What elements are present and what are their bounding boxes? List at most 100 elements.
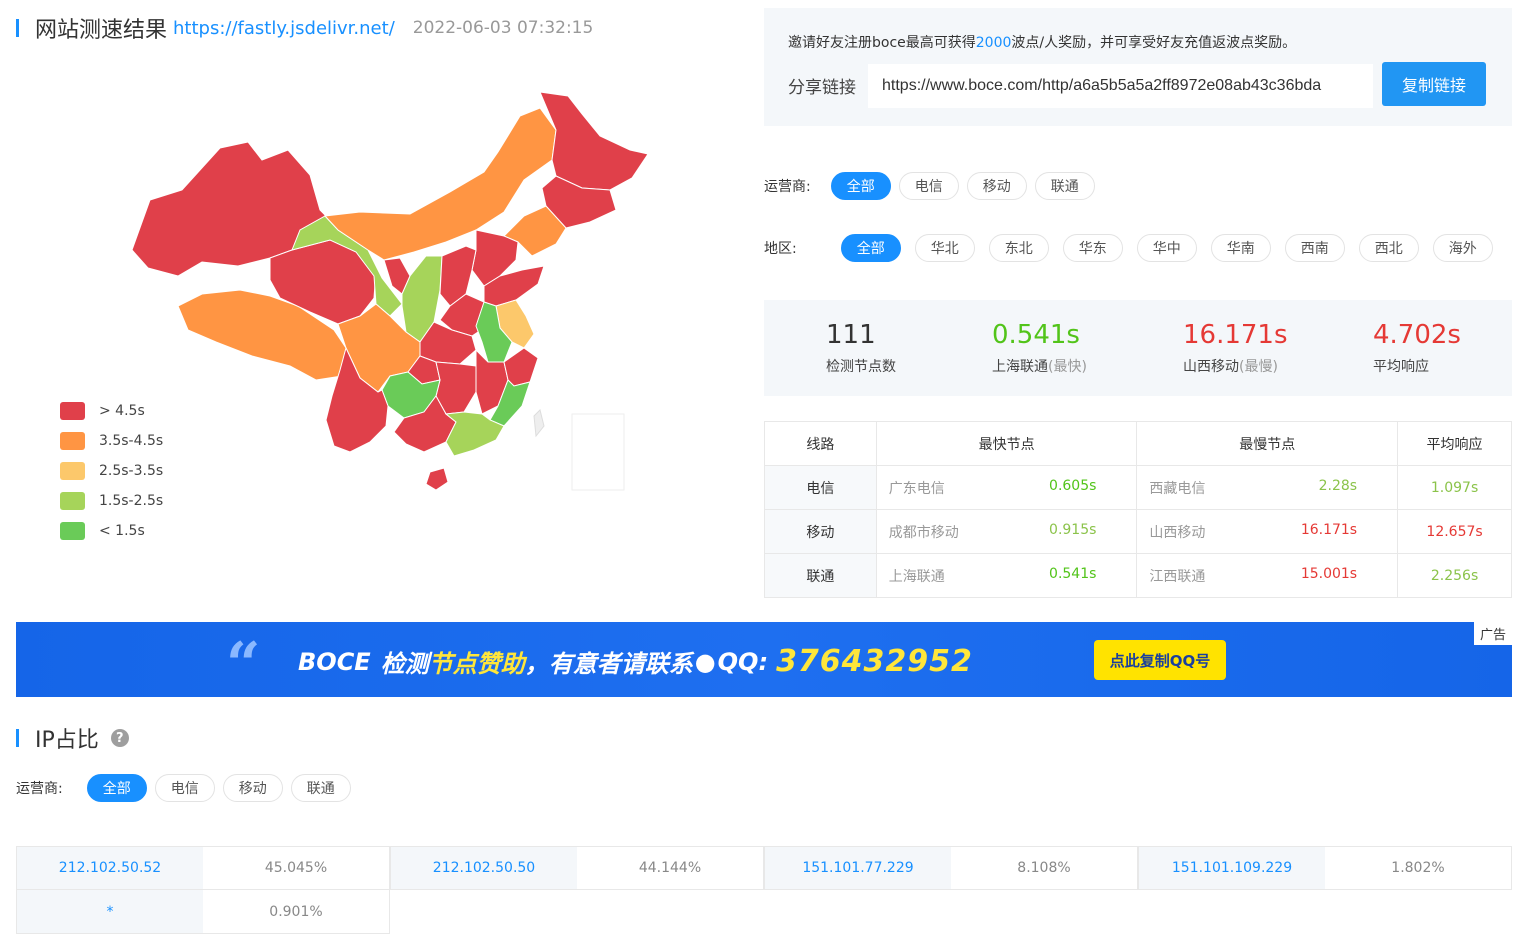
stat-slowest-value: 16.171s [1183,320,1288,350]
average-time: 12.657s [1397,509,1512,554]
ip-share-grid: 212.102.50.52 45.045% 212.102.50.50 44.1… [16,846,1512,934]
legend-label: 3.5s-4.5s [99,433,164,449]
route-line: 联通 [764,553,877,598]
operator-option-telecom[interactable]: 电信 [898,172,959,200]
ip-percentage: 8.108% [951,846,1138,890]
map-region-taiwan[interactable] [533,409,545,438]
region-option-northeast[interactable]: 东北 [988,234,1049,262]
ip-operator-filter: 运营商: 全部 电信 移动 联通 [16,774,351,802]
column-header-slowest: 最慢节点 [1136,421,1399,466]
route-table: 线路 最快节点 最慢节点 平均响应 电信 广东电信 0.605s 西藏电信 2.28… [764,421,1512,598]
region-option-north[interactable]: 华北 [914,234,975,262]
fastest-time: 0.541s [1049,565,1097,582]
region-option-central[interactable]: 华中 [1136,234,1197,262]
sponsor-banner[interactable]: “ BOCE 检测 节点赞助 ，有意者请联系 ● QQ: 376432952 点… [16,622,1512,697]
stat-average: 4.702s 平均响应 [1373,318,1461,376]
route-table-header: 线路 最快节点 最慢节点 平均响应 [764,421,1512,466]
legend-swatch [60,432,85,450]
stat-slowest: 16.171s 山西移动(最慢) [1183,318,1288,376]
ip-operator-option-telecom[interactable]: 电信 [154,774,215,802]
fastest-time: 0.605s [1049,477,1097,494]
fastest-node-cell: 广东电信 0.605s [875,465,1138,510]
operator-filter: 运营商: 全部 电信 移动 联通 [764,172,1095,200]
help-icon[interactable]: ? [110,729,129,747]
region-option-northwest[interactable]: 西北 [1358,234,1419,262]
tested-url-link[interactable]: https://fastly.jsdelivr.net/ [173,18,395,39]
column-header-fastest: 最快节点 [875,421,1138,466]
ip-address[interactable]: 151.101.77.229 [764,846,951,890]
fastest-node: 成都市移动 [888,524,959,541]
region-option-overseas[interactable]: 海外 [1432,234,1493,262]
ip-percentage: 45.045% [203,846,390,890]
ip-address[interactable]: 212.102.50.50 [390,846,577,890]
ip-address[interactable]: * [16,890,203,934]
ip-address[interactable]: 151.101.109.229 [1138,846,1325,890]
average-time: 2.256s [1397,553,1512,598]
region-option-south[interactable]: 华南 [1210,234,1271,262]
ip-percentage: 1.802% [1325,846,1512,890]
legend-swatch [60,492,85,510]
invite-panel: 邀请好友注册boce最高可获得2000波点/人奖励，并可享受好友充值返波点奖励。… [764,8,1512,126]
operator-option-mobile[interactable]: 移动 [966,172,1027,200]
share-link-field[interactable]: https://www.boce.com/http/a6a5b5a5a2ff89… [868,64,1373,108]
fastest-node-cell: 成都市移动 0.915s [875,509,1138,554]
fastest-time: 0.915s [1049,521,1097,538]
table-row: 电信 广东电信 0.605s 西藏电信 2.28s 1.097s [764,465,1512,510]
fastest-node: 上海联通 [888,568,945,585]
ad-tag: 广告 [1473,622,1512,645]
operator-option-all[interactable]: 全部 [830,172,891,200]
china-latency-map [131,91,649,491]
stat-slowest-node: 山西移动 [1183,359,1239,375]
banner-brand: BOCE [298,647,371,676]
ip-grid-row: * 0.901% [16,890,1512,934]
legend-label: 2.5s-3.5s [99,463,164,479]
region-option-all[interactable]: 全部 [840,234,901,262]
ip-operator-filter-label: 运营商: [16,781,63,797]
map-legend: > 4.5s 3.5s-4.5s 2.5s-3.5s 1.5s-2.5s < 1… [60,396,163,546]
ip-section-header: IP占比 ? [16,724,129,753]
legend-item: 2.5s-3.5s [60,456,163,486]
slowest-node: 山西移动 [1149,524,1206,541]
share-link-label: 分享链接 [788,78,856,98]
ip-operator-option-mobile[interactable]: 移动 [222,774,283,802]
banner-qq-number: 376432952 [776,644,973,679]
legend-item: < 1.5s [60,516,163,546]
south-china-sea-inset [571,413,625,491]
quote-icon: “ [226,630,261,697]
ip-operator-option-unicom[interactable]: 联通 [290,774,351,802]
legend-label: 1.5s-2.5s [99,493,164,509]
slowest-node-cell: 江西联通 15.001s [1136,553,1399,598]
table-row: 联通 上海联通 0.541s 江西联通 15.001s 2.256s [764,553,1512,598]
average-time: 1.097s [1397,465,1512,510]
region-option-east[interactable]: 华东 [1062,234,1123,262]
operator-option-unicom[interactable]: 联通 [1034,172,1095,200]
ip-section-title: IP占比 [35,728,99,753]
stat-node-count-label: 检测节点数 [826,359,896,375]
route-line: 电信 [764,465,877,510]
region-filter-label: 地区: [764,241,797,257]
map-region-zhejiang[interactable] [503,347,539,387]
invite-text: 邀请好友注册boce最高可获得2000波点/人奖励，并可享受好友充值返波点奖励。 [788,32,1296,52]
legend-label: > 4.5s [99,403,145,419]
map-region-hainan[interactable] [425,467,449,491]
copy-qq-button[interactable]: 点此复制QQ号 [1094,640,1226,680]
stat-slowest-suffix: (最慢) [1239,359,1278,375]
ip-operator-option-all[interactable]: 全部 [86,774,147,802]
stats-panel: 111 检测节点数 0.541s 上海联通(最快) 16.171s 山西移动(最… [764,300,1512,396]
stat-average-label: 平均响应 [1373,359,1429,375]
copy-link-button[interactable]: 复制链接 [1382,62,1486,106]
region-option-southwest[interactable]: 西南 [1284,234,1345,262]
stat-fastest-suffix: (最快) [1048,359,1087,375]
title-accent-bar [16,19,19,37]
slowest-time: 15.001s [1300,565,1358,582]
map-region-heilongjiang[interactable] [539,91,649,191]
invite-text-before: 邀请好友注册boce最高可获得 [788,35,976,51]
banner-text-2: 节点赞助 [428,650,525,678]
region-filter: 地区: 全部 华北 东北 华东 华中 华南 西南 西北 海外 [764,234,1493,262]
ip-address[interactable]: 212.102.50.52 [16,846,203,890]
ip-percentage: 44.144% [577,846,764,890]
legend-swatch [60,402,85,420]
stat-slowest-label: 山西移动(最慢) [1183,356,1288,376]
route-line: 移动 [764,509,877,554]
legend-swatch [60,522,85,540]
